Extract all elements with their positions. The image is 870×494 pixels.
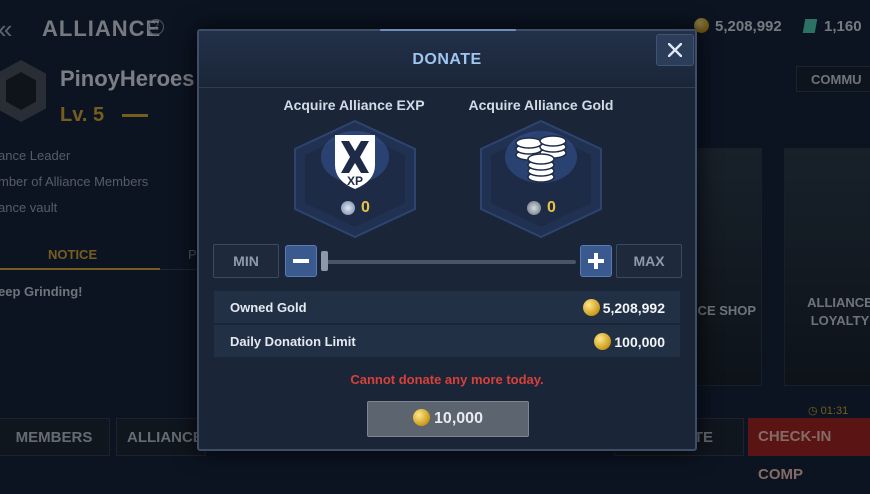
minus-icon <box>293 259 309 263</box>
donate-amount: 10,000 <box>434 410 483 427</box>
donation-warning: Cannot donate any more today. <box>350 372 544 387</box>
level-divider <box>122 114 148 117</box>
gold-emblem[interactable] <box>477 117 605 241</box>
info-members: mber of Alliance Members <box>0 174 149 189</box>
increase-button[interactable] <box>580 245 612 277</box>
donate-slider-track[interactable] <box>323 260 576 264</box>
checkin-button[interactable]: CHECK-IN COMP <box>748 418 870 483</box>
gem-icon <box>802 19 818 33</box>
modal-header: DONATE <box>199 31 695 88</box>
screen-title: ALLIANCE <box>42 16 162 41</box>
community-button[interactable]: COMMU <box>796 66 870 92</box>
checkin-timer: ◷ 01:31 <box>808 405 849 417</box>
plus-icon <box>588 253 604 269</box>
owned-gold-label: Owned Gold <box>230 300 307 315</box>
shop-card-label: ICE SHOP <box>693 303 757 318</box>
donate-modal: DONATE Acquire Alliance EXP XP 0 Acquire… <box>197 29 697 451</box>
daily-limit-value-wrap: 100,000 <box>594 333 665 350</box>
tab-other[interactable]: P <box>188 247 197 262</box>
decrease-button[interactable] <box>285 245 317 277</box>
gold-resource: 5,208,992 <box>694 18 782 35</box>
gold-amount: 5,208,992 <box>715 18 782 35</box>
daily-limit-value: 100,000 <box>614 334 665 350</box>
daily-limit-label: Daily Donation Limit <box>230 334 356 349</box>
modal-title: DONATE <box>412 51 482 68</box>
exp-value: 0 <box>361 199 370 216</box>
loyalty-card-label-2: LOYALTY <box>810 313 870 328</box>
exp-option-title: Acquire Alliance EXP <box>283 97 425 113</box>
owned-gold-row: Owned Gold 5,208,992 <box>214 291 680 323</box>
gold-coin-icon <box>413 409 431 426</box>
donate-slider-handle[interactable] <box>321 251 328 271</box>
owned-gold-value: 5,208,992 <box>602 300 665 316</box>
svg-text:XP: XP <box>347 174 363 188</box>
donate-button[interactable]: 10,000 <box>367 401 529 437</box>
members-button[interactable]: MEMBERS <box>0 418 110 456</box>
gold-coin-icon <box>594 333 612 350</box>
gold-token-icon <box>527 201 541 215</box>
back-icon[interactable]: « <box>0 14 12 45</box>
gold-value: 0 <box>547 199 556 216</box>
gem-resource: 1,160 <box>802 18 862 35</box>
gold-option-title: Acquire Alliance Gold <box>468 97 614 113</box>
info-vault: ance vault <box>0 200 58 215</box>
loyalty-card-label-1: ALLIANCE <box>807 295 870 310</box>
alliance-level: Lv. 5 <box>60 104 105 126</box>
daily-limit-row: Daily Donation Limit 100,000 <box>214 325 680 357</box>
max-button[interactable]: MAX <box>616 244 682 278</box>
help-icon[interactable]: ? <box>148 19 164 35</box>
notice-text: eep Grinding! <box>0 284 83 299</box>
owned-gold-value-wrap: 5,208,992 <box>582 299 665 316</box>
alliance-button[interactable]: ALLIANCE <box>116 418 206 456</box>
close-button[interactable] <box>656 34 694 66</box>
tab-notice-underline <box>0 268 160 270</box>
info-leader: ance Leader <box>0 148 71 163</box>
exp-token-icon <box>341 201 355 215</box>
tab-notice[interactable]: NOTICE <box>48 247 97 262</box>
close-icon <box>668 43 682 57</box>
gold-coin-icon <box>582 299 600 316</box>
min-button[interactable]: MIN <box>213 244 279 278</box>
alliance-name: PinoyHeroes <box>60 66 195 91</box>
loyalty-card[interactable]: ALLIANCE LOYALTY <box>784 148 870 386</box>
alliance-emblem <box>0 60 46 122</box>
gem-amount: 1,160 <box>824 18 862 35</box>
exp-emblem[interactable]: XP <box>291 117 419 241</box>
